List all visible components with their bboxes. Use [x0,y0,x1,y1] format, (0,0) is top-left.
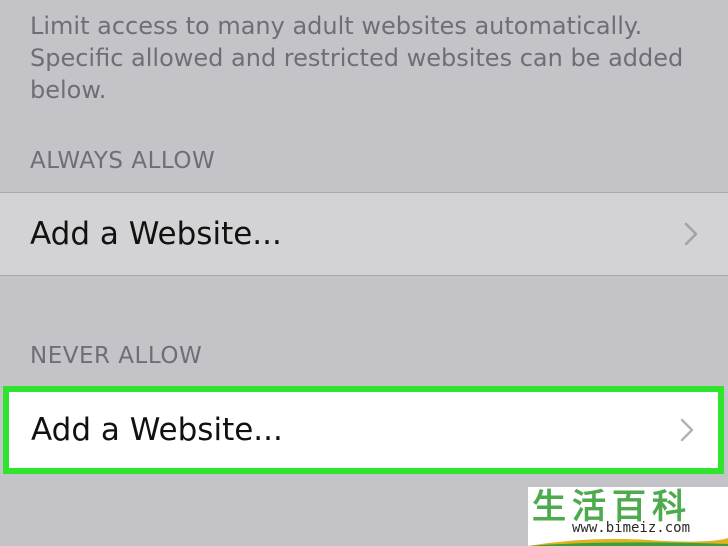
web-content-settings-screen: Limit access to many adult websites auto… [0,0,728,546]
watermark-url: www.bimeiz.com [572,520,691,536]
never-allow-header: NEVER ALLOW [30,343,203,369]
never-allow-add-website-label: Add a Website... [31,412,283,448]
chevron-right-icon [684,222,698,246]
site-watermark: 生活百科 www.bimeiz.com [528,487,728,546]
always-allow-add-website-label: Add a Website... [30,216,282,252]
always-allow-header: ALWAYS ALLOW [30,148,216,174]
never-allow-add-website-row[interactable]: Add a Website... [3,386,724,474]
always-allow-add-website-row[interactable]: Add a Website... [0,192,728,276]
chevron-right-icon [680,418,694,442]
restriction-description: Limit access to many adult websites auto… [30,12,684,104]
watermark-band [528,538,728,546]
